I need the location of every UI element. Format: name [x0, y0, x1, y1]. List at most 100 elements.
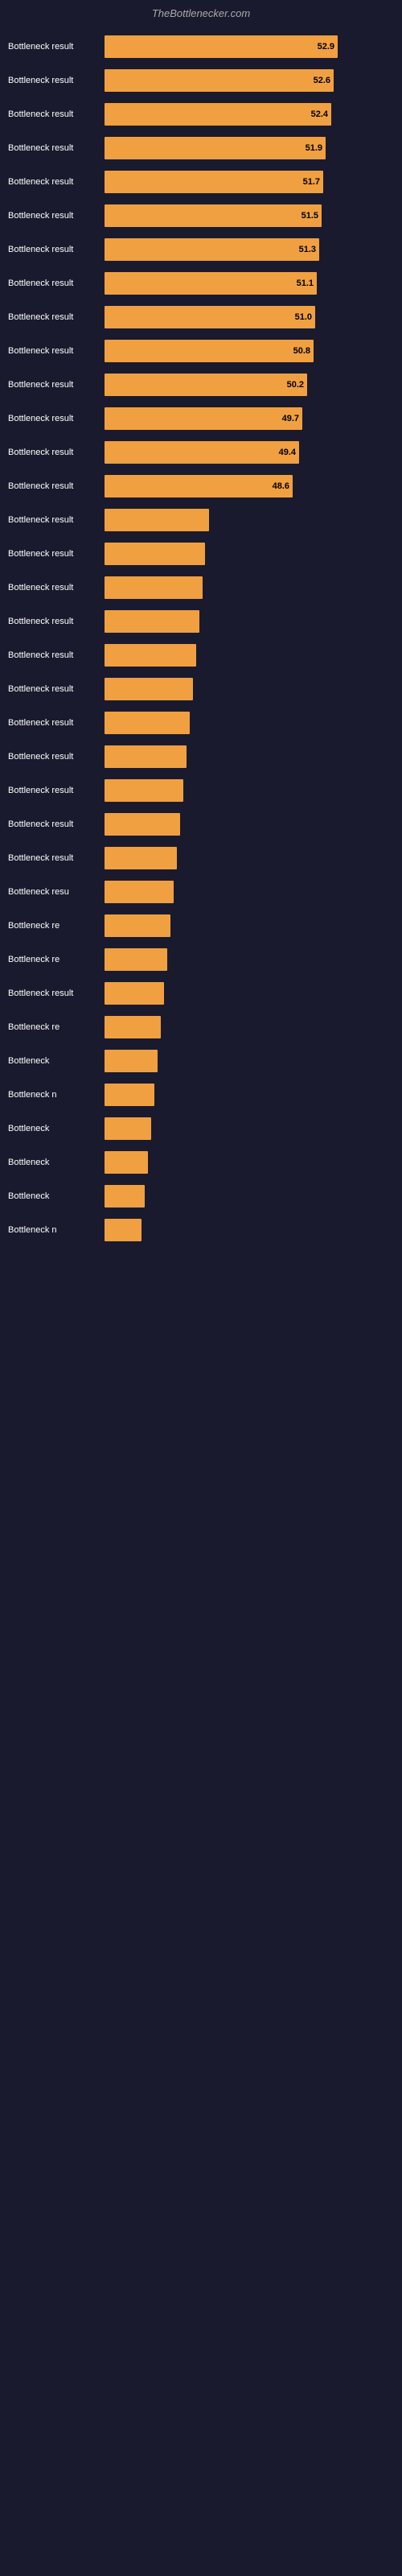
bar-label: Bottleneck result [8, 786, 105, 795]
bar-fill [105, 543, 205, 565]
bar-fill: 49.4 [105, 441, 299, 464]
bar-container: 52.9 [105, 35, 386, 58]
bar-container [105, 610, 386, 633]
bar-container [105, 678, 386, 700]
bar-container: 51.1 [105, 272, 386, 295]
bar-row: Bottleneck result [8, 675, 386, 704]
bar-container: 51.5 [105, 204, 386, 227]
bar-row: Bottleneck result [8, 979, 386, 1008]
bar-container: 49.7 [105, 407, 386, 430]
bar-label: Bottleneck result [8, 617, 105, 626]
bar-value: 52.6 [311, 76, 330, 85]
bar-label: Bottleneck [8, 1056, 105, 1066]
bar-value: 51.3 [297, 245, 316, 254]
bar-fill [105, 1117, 151, 1140]
bar-value: 50.8 [291, 346, 310, 356]
bar-row: Bottleneck [8, 1114, 386, 1143]
bar-label: Bottleneck result [8, 448, 105, 457]
bar-label: Bottleneck re [8, 955, 105, 964]
bar-fill [105, 948, 167, 971]
bar-label: Bottleneck result [8, 211, 105, 221]
bar-row: Bottleneck [8, 1148, 386, 1177]
bar-value: 50.2 [285, 380, 304, 390]
bar-container: 51.0 [105, 306, 386, 328]
bar-label: Bottleneck result [8, 346, 105, 356]
bar-container: 52.6 [105, 69, 386, 92]
bar-fill: 50.8 [105, 340, 314, 362]
bar-fill [105, 576, 203, 599]
bar-container [105, 1084, 386, 1106]
bar-container [105, 745, 386, 768]
bar-fill [105, 1185, 145, 1208]
bar-label: Bottleneck re [8, 921, 105, 931]
bar-container [105, 1185, 386, 1208]
site-header: TheBottlenecker.com [0, 0, 402, 24]
bar-container: 50.8 [105, 340, 386, 362]
bar-label: Bottleneck n [8, 1225, 105, 1235]
bar-label: Bottleneck result [8, 718, 105, 728]
bar-fill [105, 813, 180, 836]
bar-label: Bottleneck result [8, 549, 105, 559]
bar-label: Bottleneck result [8, 481, 105, 491]
bar-label: Bottleneck result [8, 650, 105, 660]
bar-label: Bottleneck resu [8, 887, 105, 897]
bar-container: 48.6 [105, 475, 386, 497]
bar-value: 49.7 [280, 414, 299, 423]
bar-value: 51.1 [294, 279, 314, 288]
bar-label: Bottleneck result [8, 312, 105, 322]
bar-fill [105, 712, 190, 734]
bar-value: 52.9 [315, 42, 334, 52]
bar-fill: 51.5 [105, 204, 322, 227]
bar-container [105, 576, 386, 599]
bar-container [105, 543, 386, 565]
bar-fill [105, 644, 196, 667]
bar-label: Bottleneck result [8, 109, 105, 119]
bar-label: Bottleneck result [8, 684, 105, 694]
bar-container [105, 1016, 386, 1038]
bar-container [105, 1151, 386, 1174]
bar-row: Bottleneck n [8, 1216, 386, 1245]
bar-container [105, 509, 386, 531]
bar-row: Bottleneck result [8, 641, 386, 670]
bar-row: Bottleneck result 52.9 [8, 32, 386, 61]
bar-container [105, 881, 386, 903]
bar-value: 48.6 [270, 481, 289, 491]
bar-row: Bottleneck [8, 1046, 386, 1075]
bar-fill [105, 745, 187, 768]
bar-label: Bottleneck result [8, 42, 105, 52]
bar-fill [105, 610, 199, 633]
bar-row: Bottleneck result [8, 742, 386, 771]
bar-fill [105, 678, 193, 700]
bar-row: Bottleneck result51.5 [8, 201, 386, 230]
bar-row: Bottleneck result49.7 [8, 404, 386, 433]
bar-container: 51.3 [105, 238, 386, 261]
bar-container: 50.2 [105, 374, 386, 396]
bar-fill [105, 1050, 158, 1072]
bar-label: Bottleneck result [8, 279, 105, 288]
bar-label: Bottleneck result [8, 143, 105, 153]
bar-fill: 52.9 [105, 35, 338, 58]
bar-label: Bottleneck result [8, 989, 105, 998]
bar-row: Bottleneck result49.4 [8, 438, 386, 467]
bar-row: Bottleneck result51.3 [8, 235, 386, 264]
bar-container [105, 847, 386, 869]
bar-fill [105, 881, 174, 903]
bar-container [105, 948, 386, 971]
bar-row: Bottleneck result [8, 844, 386, 873]
bar-container: 51.7 [105, 171, 386, 193]
bar-value: 51.7 [301, 177, 320, 187]
bar-row: Bottleneck result [8, 776, 386, 805]
bar-container [105, 779, 386, 802]
bar-fill [105, 1219, 142, 1241]
bar-row: Bottleneck [8, 1182, 386, 1211]
bar-row: Bottleneck result [8, 708, 386, 737]
bar-container [105, 644, 386, 667]
bar-row: Bottleneck result50.2 [8, 370, 386, 399]
bar-row: Bottleneck re [8, 1013, 386, 1042]
bar-row: Bottleneck resu [8, 877, 386, 906]
chart-area: Bottleneck result 52.9 Bottleneck result 52… [0, 24, 402, 1257]
bar-label: Bottleneck [8, 1124, 105, 1133]
bar-label: Bottleneck result [8, 583, 105, 592]
bar-fill [105, 847, 177, 869]
bar-row: Bottleneck result [8, 607, 386, 636]
